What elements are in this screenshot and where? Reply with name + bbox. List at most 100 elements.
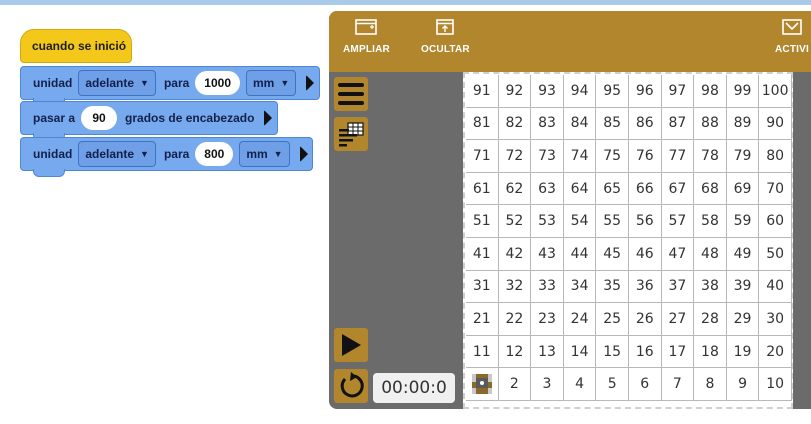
grid-cell: 46 <box>628 237 662 271</box>
when-started-label: cuando se inició <box>32 39 127 53</box>
unit-dropdown[interactable]: mm ▼ <box>239 141 290 167</box>
grid-cell: 2 <box>498 368 532 401</box>
expand-button[interactable]: AMPLIAR <box>343 19 390 55</box>
grid-cell: 11 <box>466 335 499 369</box>
activity-button[interactable]: ACTIVI <box>775 19 809 55</box>
grid-cell: 81 <box>466 107 499 141</box>
turn-label: pasar a <box>33 111 76 125</box>
drive-label: unidad <box>33 147 73 161</box>
grid-cell: 76 <box>628 140 662 173</box>
grid-cell: 63 <box>531 172 564 206</box>
playground-panel: AMPLIAR OCULTAR ACTIVI 00:00:0 91 92 93 94 9… <box>329 11 811 409</box>
drive-forward-block-1[interactable]: unidad adelante ▼ para 1000 mm ▼ <box>20 66 320 106</box>
grid-cell: 93 <box>531 75 564 108</box>
grid-cell: 16 <box>628 335 662 369</box>
data-table-button[interactable] <box>334 117 368 151</box>
robot-start-cell <box>466 368 499 401</box>
grid-cell: 30 <box>759 303 792 336</box>
hide-icon <box>436 19 455 35</box>
direction-value: adelante <box>85 76 135 90</box>
grid-cell: 77 <box>661 140 695 173</box>
drive-label: unidad <box>33 76 73 90</box>
grid-cell: 80 <box>759 140 792 173</box>
direction-dropdown[interactable]: adelante ▼ <box>78 70 156 96</box>
grid-cell: 39 <box>726 270 760 304</box>
grid-cell: 47 <box>661 237 695 271</box>
expand-label: AMPLIAR <box>343 44 390 55</box>
grid-cell: 22 <box>498 303 532 336</box>
grid-cell: 85 <box>596 107 629 141</box>
hide-label: OCULTAR <box>421 44 470 55</box>
grid-cell: 44 <box>563 237 597 271</box>
grid-cell: 27 <box>661 303 695 336</box>
grid-cell: 54 <box>563 205 597 238</box>
grid-cell: 45 <box>596 237 629 271</box>
grid-cell: 37 <box>661 270 695 304</box>
grid-cell: 20 <box>759 335 792 369</box>
unit-dropdown[interactable]: mm ▼ <box>246 70 297 96</box>
grid-cell: 31 <box>466 270 499 304</box>
distance-input[interactable]: 1000 <box>195 71 240 95</box>
grid-cell: 82 <box>498 107 532 141</box>
playground-toolbar: AMPLIAR OCULTAR ACTIVI <box>329 11 811 72</box>
grid-cell: 32 <box>498 270 532 304</box>
grid-cell: 87 <box>661 107 695 141</box>
grid-cell: 51 <box>466 205 499 238</box>
number-grid: 91 92 93 94 95 96 97 98 99 100 81 82 83 84 85 86 87 88 89 9… <box>466 75 792 401</box>
play-button[interactable] <box>334 328 368 362</box>
grid-cell: 34 <box>563 270 597 304</box>
grid-cell: 10 <box>759 368 792 401</box>
grid-cell: 83 <box>531 107 564 141</box>
table-icon <box>339 122 364 147</box>
grid-cell: 4 <box>563 368 597 401</box>
grid-cell: 74 <box>563 140 597 173</box>
grid-cell: 75 <box>596 140 629 173</box>
hide-button[interactable]: OCULTAR <box>421 19 470 55</box>
when-started-block[interactable]: cuando se inició <box>20 29 132 63</box>
grid-cell: 100 <box>759 75 792 108</box>
grid-cell: 12 <box>498 335 532 369</box>
reset-icon <box>340 372 364 398</box>
grid-cell: 5 <box>596 368 629 401</box>
grid-cell: 3 <box>531 368 564 401</box>
grid-cell: 78 <box>694 140 727 173</box>
grid-cell: 60 <box>759 205 792 238</box>
grid-cell: 6 <box>628 368 662 401</box>
distance-input[interactable]: 800 <box>195 142 234 166</box>
expand-icon <box>355 19 378 35</box>
grid-cell: 70 <box>759 172 792 206</box>
grid-cell: 28 <box>694 303 727 336</box>
unit-value: mm <box>246 147 268 161</box>
grid-cell: 90 <box>759 107 792 141</box>
grid-cell: 69 <box>726 172 760 206</box>
grid-cell: 25 <box>596 303 629 336</box>
grid-cell: 19 <box>726 335 760 369</box>
direction-dropdown[interactable]: adelante ▼ <box>78 141 156 167</box>
grid-cell: 79 <box>726 140 760 173</box>
grid-cell: 57 <box>661 205 695 238</box>
unit-value: mm <box>253 76 275 90</box>
reset-button[interactable] <box>334 369 368 403</box>
drive-forward-block-2[interactable]: unidad adelante ▼ para 800 mm ▼ <box>20 137 313 177</box>
caret-down-icon: ▼ <box>280 78 290 88</box>
grid-cell: 67 <box>661 172 695 206</box>
grid-cell: 15 <box>596 335 629 369</box>
grid-cell: 71 <box>466 140 499 173</box>
grid-cell: 68 <box>694 172 727 206</box>
grid-cell: 55 <box>596 205 629 238</box>
grid-cell: 99 <box>726 75 760 108</box>
grid-cell: 95 <box>596 75 629 108</box>
grid-cell: 21 <box>466 303 499 336</box>
menu-button[interactable] <box>334 77 368 111</box>
grid-cell: 29 <box>726 303 760 336</box>
degrees-input[interactable]: 90 <box>81 106 118 130</box>
hamburger-icon <box>338 83 364 105</box>
grid-cell: 89 <box>726 107 760 141</box>
turn-to-heading-block[interactable]: pasar a 90 grados de encabezado <box>20 101 278 141</box>
degrees-suffix-label: grados de encabezado <box>125 111 255 125</box>
activity-label: ACTIVI <box>775 44 809 55</box>
grid-cell: 35 <box>596 270 629 304</box>
grid-cell: 17 <box>661 335 695 369</box>
grid-cell: 91 <box>466 75 499 108</box>
grid-cell: 97 <box>661 75 695 108</box>
